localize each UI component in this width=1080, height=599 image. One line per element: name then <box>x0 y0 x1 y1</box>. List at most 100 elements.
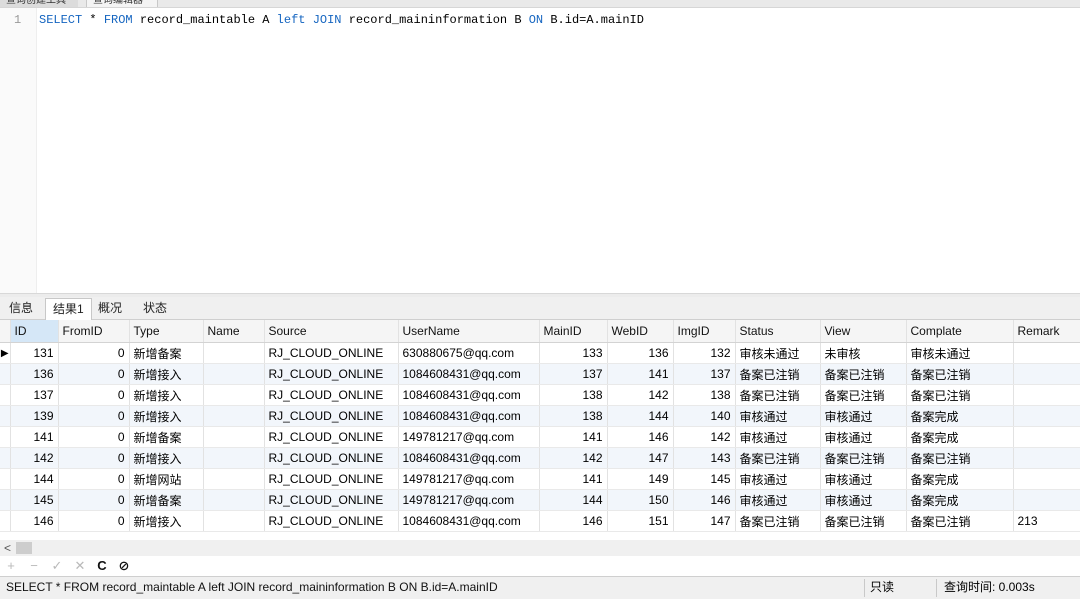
cell-webid[interactable]: 136 <box>607 342 674 364</box>
cell-webid[interactable]: 142 <box>607 384 674 406</box>
cell-status[interactable]: 备案已注销 <box>735 447 821 469</box>
cell-imgid[interactable]: 132 <box>673 342 736 364</box>
cell-complate[interactable]: 备案完成 <box>906 426 1014 448</box>
cell-webid[interactable]: 150 <box>607 489 674 511</box>
column-header-status[interactable]: Status <box>735 320 821 343</box>
tab-result1[interactable]: 结果1 <box>45 298 92 320</box>
cell-fromid[interactable]: 0 <box>58 426 130 448</box>
cell-username[interactable]: 630880675@qq.com <box>398 342 540 364</box>
cell-complate[interactable]: 备案完成 <box>906 468 1014 490</box>
cell-view[interactable]: 未审核 <box>820 342 907 364</box>
cell-webid[interactable]: 146 <box>607 426 674 448</box>
cell-username[interactable]: 1084608431@qq.com <box>398 510 540 532</box>
cell-username[interactable]: 1084608431@qq.com <box>398 447 540 469</box>
cell-type[interactable]: 新增备案 <box>129 489 204 511</box>
cell-status[interactable]: 审核通过 <box>735 468 821 490</box>
column-header-source[interactable]: Source <box>264 320 399 343</box>
cell-type[interactable]: 新增备案 <box>129 426 204 448</box>
cell-webid[interactable]: 147 <box>607 447 674 469</box>
cell-status[interactable]: 审核未通过 <box>735 342 821 364</box>
cell-type[interactable]: 新增接入 <box>129 510 204 532</box>
cell-webid[interactable]: 144 <box>607 405 674 427</box>
scroll-left-arrow[interactable]: < <box>4 540 11 556</box>
row-indicator[interactable] <box>0 510 11 532</box>
horizontal-scrollbar[interactable]: < <box>0 540 1080 556</box>
cell-source[interactable]: RJ_CLOUD_ONLINE <box>264 468 399 490</box>
cell-complate[interactable]: 备案完成 <box>906 405 1014 427</box>
cell-imgid[interactable]: 137 <box>673 363 736 385</box>
cell-mainid[interactable]: 146 <box>539 510 608 532</box>
cell-type[interactable]: 新增接入 <box>129 447 204 469</box>
cell-id[interactable]: 139 <box>10 405 59 427</box>
cell-fromid[interactable]: 0 <box>58 489 130 511</box>
cell-name[interactable] <box>203 447 265 469</box>
column-header-view[interactable]: View <box>820 320 907 343</box>
cell-fromid[interactable]: 0 <box>58 342 130 364</box>
cell-webid[interactable]: 149 <box>607 468 674 490</box>
cell-name[interactable] <box>203 510 265 532</box>
cross-icon[interactable]: ✕ <box>72 558 88 574</box>
cell-imgid[interactable]: 145 <box>673 468 736 490</box>
cell-name[interactable] <box>203 468 265 490</box>
cell-name[interactable] <box>203 489 265 511</box>
cell-remark[interactable] <box>1013 363 1080 385</box>
cell-webid[interactable]: 151 <box>607 510 674 532</box>
cell-mainid[interactable]: 133 <box>539 342 608 364</box>
check-icon[interactable]: ✓ <box>49 558 65 574</box>
cell-fromid[interactable]: 0 <box>58 384 130 406</box>
cell-status[interactable]: 备案已注销 <box>735 384 821 406</box>
column-header-webid[interactable]: WebID <box>607 320 674 343</box>
cell-source[interactable]: RJ_CLOUD_ONLINE <box>264 384 399 406</box>
cell-mainid[interactable]: 144 <box>539 489 608 511</box>
tab-query-editor[interactable]: 查询编辑器 <box>86 0 158 7</box>
refresh-icon[interactable]: C <box>94 558 110 574</box>
row-indicator[interactable] <box>0 363 11 385</box>
cell-mainid[interactable]: 142 <box>539 447 608 469</box>
cell-type[interactable]: 新增接入 <box>129 384 204 406</box>
cell-view[interactable]: 备案已注销 <box>820 510 907 532</box>
cell-id[interactable]: 142 <box>10 447 59 469</box>
cell-source[interactable]: RJ_CLOUD_ONLINE <box>264 426 399 448</box>
cell-username[interactable]: 1084608431@qq.com <box>398 363 540 385</box>
cell-status[interactable]: 审核通过 <box>735 405 821 427</box>
row-indicator[interactable] <box>0 489 11 511</box>
row-indicator[interactable] <box>0 468 11 490</box>
table-row[interactable]: 136 0 新增接入 RJ_CLOUD_ONLINE 1084608431@qq.com… <box>0 363 1080 385</box>
cell-username[interactable]: 149781217@qq.com <box>398 468 540 490</box>
column-header-username[interactable]: UserName <box>398 320 540 343</box>
cell-complate[interactable]: 备案已注销 <box>906 510 1014 532</box>
column-header-fromid[interactable]: FromID <box>58 320 130 343</box>
cell-imgid[interactable]: 142 <box>673 426 736 448</box>
cell-id[interactable]: 145 <box>10 489 59 511</box>
column-header-id[interactable]: ID <box>10 320 59 343</box>
table-row[interactable]: 142 0 新增接入 RJ_CLOUD_ONLINE 1084608431@qq.com… <box>0 447 1080 469</box>
cell-username[interactable]: 1084608431@qq.com <box>398 405 540 427</box>
cell-complate[interactable]: 备案已注销 <box>906 447 1014 469</box>
cell-mainid[interactable]: 137 <box>539 363 608 385</box>
cell-imgid[interactable]: 147 <box>673 510 736 532</box>
stop-icon[interactable]: ⊘ <box>116 558 132 574</box>
table-row[interactable]: 139 0 新增接入 RJ_CLOUD_ONLINE 1084608431@qq.com… <box>0 405 1080 427</box>
cell-type[interactable]: 新增接入 <box>129 363 204 385</box>
cell-mainid[interactable]: 141 <box>539 426 608 448</box>
cell-complate[interactable]: 备案完成 <box>906 489 1014 511</box>
row-indicator[interactable] <box>0 384 11 406</box>
cell-name[interactable] <box>203 405 265 427</box>
plus-icon[interactable]: + <box>3 558 19 574</box>
cell-remark[interactable] <box>1013 468 1080 490</box>
table-row[interactable]: 137 0 新增接入 RJ_CLOUD_ONLINE 1084608431@qq.com… <box>0 384 1080 406</box>
cell-imgid[interactable]: 138 <box>673 384 736 406</box>
cell-username[interactable]: 149781217@qq.com <box>398 489 540 511</box>
cell-fromid[interactable]: 0 <box>58 510 130 532</box>
cell-type[interactable]: 新增接入 <box>129 405 204 427</box>
column-header-remark[interactable]: Remark <box>1013 320 1080 343</box>
table-row[interactable]: 144 0 新增网站 RJ_CLOUD_ONLINE 149781217@qq.com 1… <box>0 468 1080 490</box>
tab-profile[interactable]: 概况 <box>91 298 129 318</box>
row-indicator[interactable]: ▶ <box>0 342 11 364</box>
table-row[interactable]: 145 0 新增备案 RJ_CLOUD_ONLINE 149781217@qq.com 1… <box>0 489 1080 511</box>
cell-id[interactable]: 146 <box>10 510 59 532</box>
cell-name[interactable] <box>203 342 265 364</box>
cell-imgid[interactable]: 146 <box>673 489 736 511</box>
cell-name[interactable] <box>203 426 265 448</box>
cell-username[interactable]: 149781217@qq.com <box>398 426 540 448</box>
